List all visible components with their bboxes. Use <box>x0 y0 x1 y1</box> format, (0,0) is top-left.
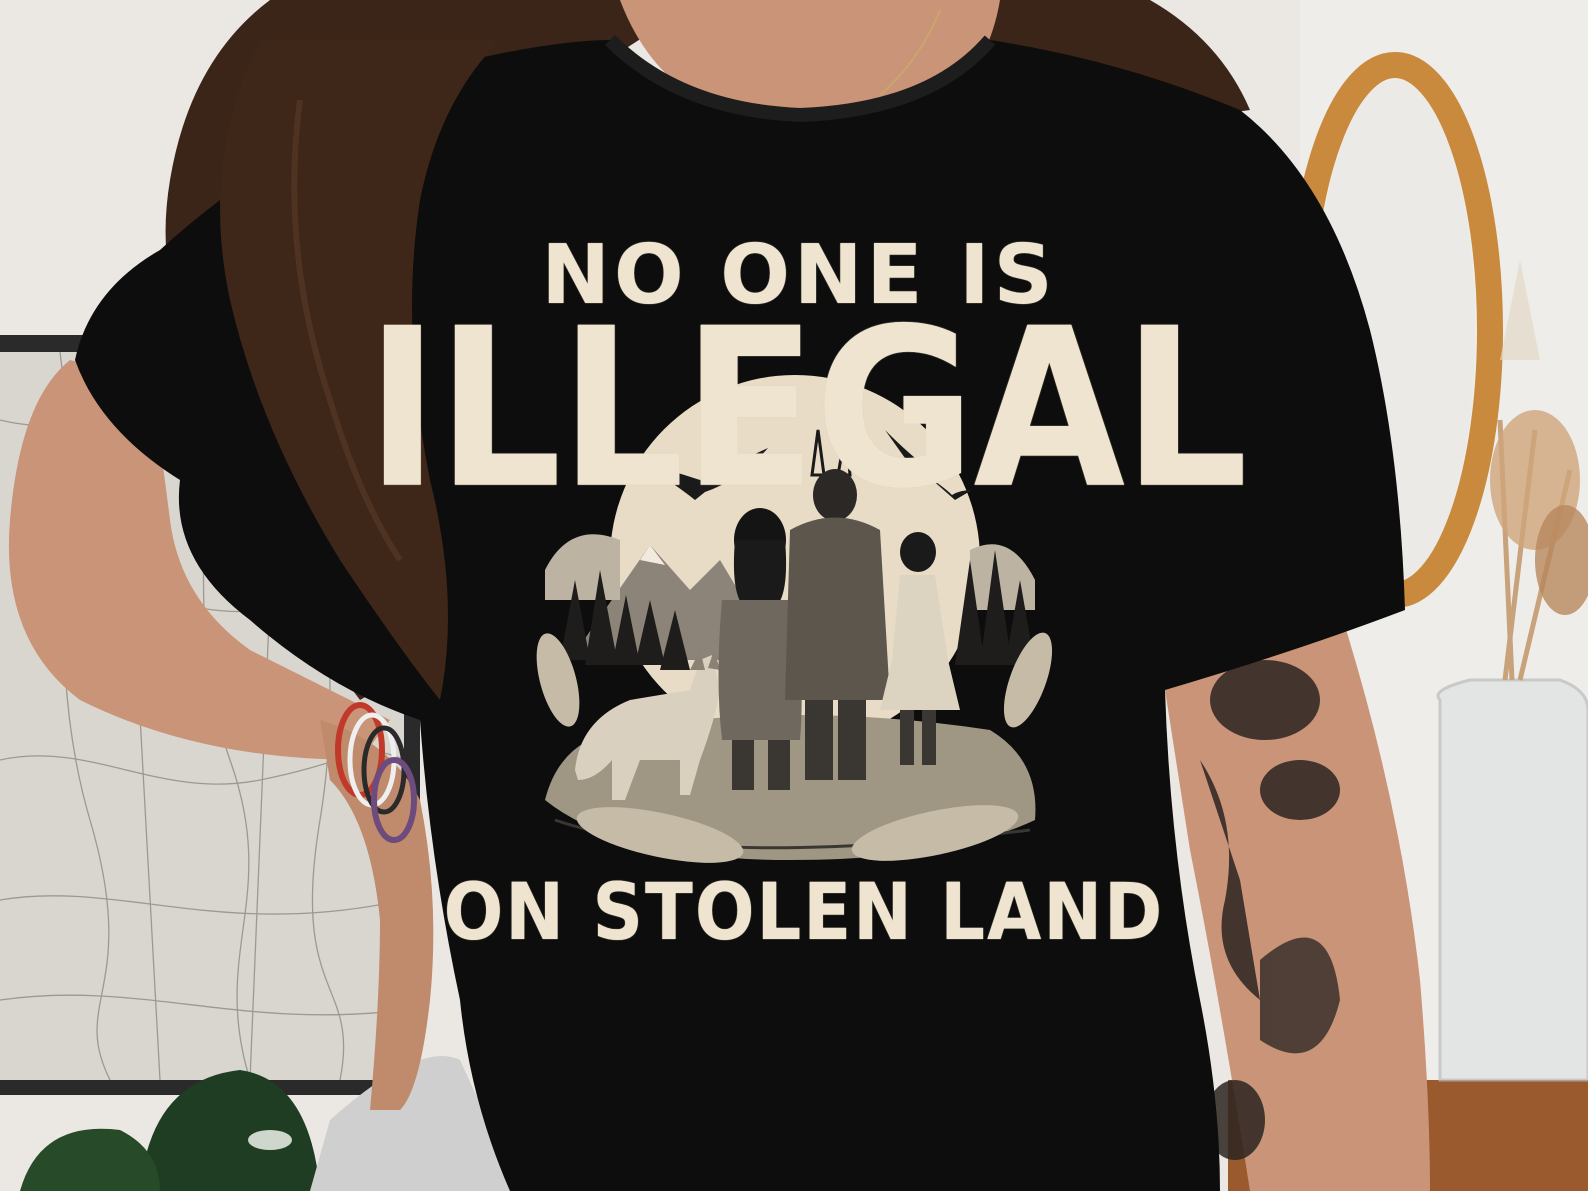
product-photo <box>0 0 1588 1191</box>
shirt-print-line-3: ON STOLEN LAND <box>443 868 1165 958</box>
shirt-print-headline: ILLEGAL <box>365 282 1248 538</box>
